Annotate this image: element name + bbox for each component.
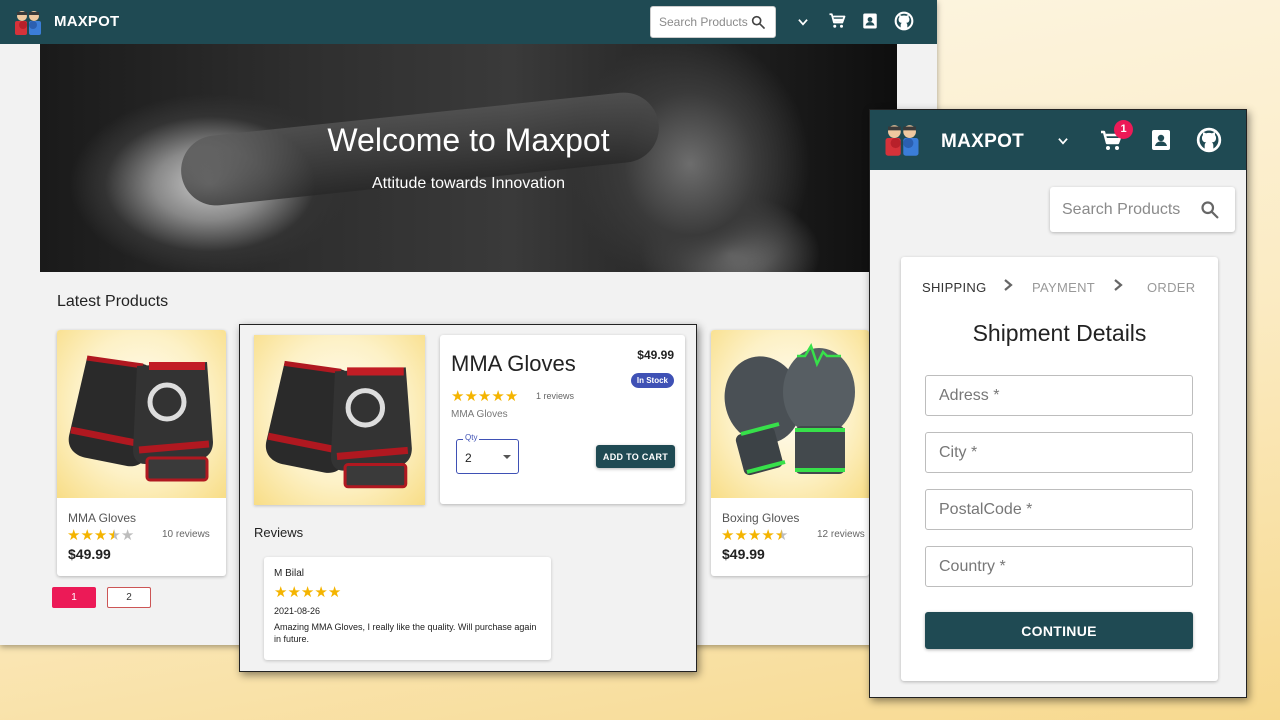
postal-code-input[interactable] [926,490,1192,529]
review-stars: ★★★★★ [274,583,341,601]
product-price: $49.99 [722,546,765,562]
quantity-select[interactable]: Qty 2 [456,433,519,474]
product-image[interactable] [711,330,869,498]
star-icon: ★ [80,527,94,544]
search-icon[interactable] [1199,199,1220,220]
reviews-heading: Reviews [254,525,304,540]
github-icon[interactable] [894,11,914,31]
review-count: 1 reviews [536,391,575,401]
review-author: M Bilal [274,568,305,579]
city-field [925,432,1193,473]
review-date: 2021-08-26 [274,606,321,616]
product-image[interactable] [57,330,226,498]
dropdown-caret-icon [503,455,511,459]
product-detail-image [254,335,425,505]
rating-stars: ★★★★★ [451,387,518,405]
product-price: $49.99 [637,348,674,362]
star-icon: ★ [327,584,342,601]
mobile-navbar: MAXPOT 1 [870,110,1246,170]
hero-subtitle: Attitude towards Innovation [371,175,565,192]
search-input[interactable] [1050,187,1195,232]
step-payment[interactable]: PAYMENT [1032,280,1095,295]
star-half-icon: ★ [774,527,789,544]
product-info-card: MMA Gloves $49.99 In Stock ★★★★★ 1 revie… [440,335,685,504]
rating-stars: ★★★★★ [67,526,134,544]
review-count: 10 reviews [162,529,210,540]
star-icon: ★ [504,388,519,405]
product-name[interactable]: Boxing Gloves [722,511,799,525]
brand-name[interactable]: MAXPOT [54,13,119,30]
github-icon[interactable] [1196,127,1222,153]
checkout-window: MAXPOT 1 SHIPPING [869,109,1247,698]
mma-gloves-image [265,360,412,489]
form-title: Shipment Details [972,320,1147,346]
qty-label: Qty [463,433,480,442]
address-input[interactable] [926,376,1192,415]
star-icon: ★ [464,388,478,405]
review-card: M Bilal ★★★★★ 2021-08-26 Amazing MMA Glo… [264,557,551,660]
star-icon: ★ [477,388,492,405]
contact-card-icon[interactable] [1149,128,1173,152]
product-price: $49.99 [68,546,111,562]
address-field [925,375,1193,416]
chevron-down-icon[interactable] [796,15,810,29]
page-1-button[interactable]: 1 [52,587,96,608]
cart-count-badge: 1 [1114,120,1133,139]
star-icon: ★ [67,527,81,544]
star-icon: ★ [491,388,505,405]
star-icon: ★ [747,527,762,544]
product-card[interactable]: Boxing Gloves ★★★★★ 12 reviews $49.99 [711,330,869,576]
mma-gloves-image [68,355,213,482]
product-name[interactable]: MMA Gloves [68,511,136,525]
star-icon: ★ [274,584,288,601]
latest-products-heading: Latest Products [57,293,169,310]
chevron-right-icon [1114,279,1123,291]
navbar: MAXPOT [0,0,937,44]
star-icon: ★ [734,527,748,544]
hero-title: Welcome to Maxpot [327,122,610,158]
star-half-icon: ★ [107,527,121,544]
country-input[interactable] [926,547,1192,586]
search-icon[interactable] [750,14,766,30]
step-order[interactable]: ORDER [1147,280,1195,295]
search-box [1050,187,1235,232]
review-text: Amazing MMA Gloves, I really like the qu… [274,622,537,644]
logo-boxers-icon[interactable] [884,124,920,157]
star-icon: ★ [314,584,328,601]
search-input[interactable] [651,7,749,37]
country-field [925,546,1193,587]
contact-card-icon[interactable] [861,12,879,30]
brand-name[interactable]: MAXPOT [941,131,1024,153]
step-shipping[interactable]: SHIPPING [922,280,987,295]
add-to-cart-button[interactable]: ADD TO CART [596,445,675,468]
star-icon: ★ [721,527,735,544]
product-detail-window: MMA Gloves $49.99 In Stock ★★★★★ 1 revie… [239,324,697,672]
city-input[interactable] [926,433,1192,472]
logo-boxers-icon[interactable] [14,10,42,36]
boxing-gloves-image [724,343,855,476]
star-icon: ★ [300,584,315,601]
star-icon: ★ [451,388,465,405]
product-card[interactable]: MMA Gloves ★★★★★ 10 reviews $49.99 [57,330,226,576]
star-empty-icon: ★ [120,527,135,544]
cart-icon[interactable] [828,12,846,30]
star-icon: ★ [287,584,301,601]
rating-stars: ★★★★★ [721,526,788,544]
star-icon: ★ [761,527,775,544]
chevron-down-icon[interactable] [1055,134,1071,148]
qty-value: 2 [465,451,472,465]
review-count: 12 reviews [817,529,865,540]
continue-button[interactable]: CONTINUE [925,612,1193,649]
product-title: MMA Gloves [451,351,576,376]
shipping-form: SHIPPING PAYMENT ORDER Shipment Details … [901,257,1218,681]
page-2-button[interactable]: 2 [107,587,151,608]
product-subtitle: MMA Gloves [451,409,508,420]
star-icon: ★ [93,527,108,544]
hero-banner: Welcome to Maxpot Attitude towards Innov… [40,44,897,272]
postal-code-field [925,489,1193,530]
chevron-right-icon [1004,279,1013,291]
search-box [650,6,776,38]
stock-badge: In Stock [630,373,674,388]
